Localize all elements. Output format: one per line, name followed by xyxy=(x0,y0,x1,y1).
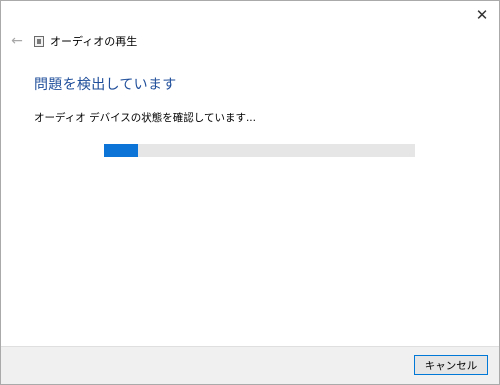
back-button[interactable]: ← xyxy=(9,33,25,49)
footer-bar: キャンセル xyxy=(1,346,499,384)
nav-bar: ← オーディオの再生 xyxy=(9,32,137,50)
progress-bar xyxy=(104,144,415,157)
page-heading: 問題を検出しています xyxy=(34,77,177,93)
close-icon: ✕ xyxy=(475,5,489,24)
troubleshooter-app-icon xyxy=(34,35,44,47)
troubleshooter-window: ✕ ← オーディオの再生 問題を検出しています オーディオ デバイスの状態を確認… xyxy=(0,0,500,385)
close-button[interactable]: ✕ xyxy=(465,1,499,29)
back-arrow-icon: ← xyxy=(11,33,23,49)
status-text: オーディオ デバイスの状態を確認しています... xyxy=(34,112,256,124)
window-title: オーディオの再生 xyxy=(50,35,138,48)
cancel-button[interactable]: キャンセル xyxy=(414,355,488,375)
progress-fill xyxy=(104,144,139,157)
